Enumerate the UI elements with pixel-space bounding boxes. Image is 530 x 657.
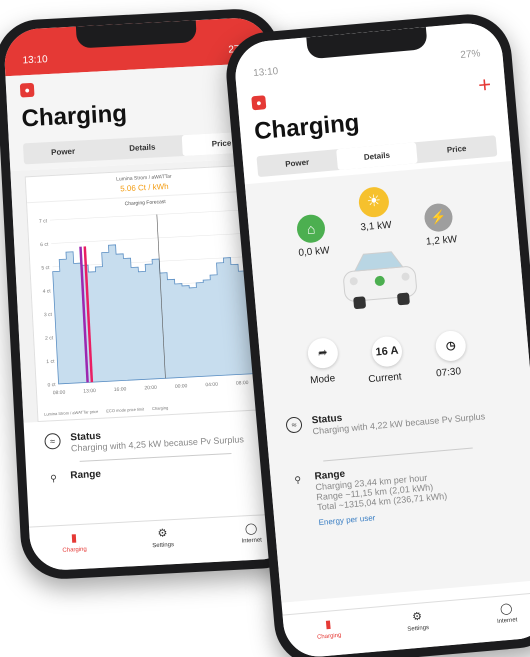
status-section: ≈ Status Charging with 4,22 kW because P… bbox=[285, 397, 524, 439]
mode-button[interactable]: ➦ bbox=[306, 336, 340, 370]
legend-charging: Charging bbox=[151, 405, 169, 412]
arrow-icon: ➦ bbox=[317, 346, 328, 360]
nav-settings[interactable]: ⚙ Settings bbox=[372, 600, 465, 652]
nav-charging[interactable]: ▮ Charging bbox=[283, 608, 376, 657]
tab-details[interactable]: Details bbox=[336, 142, 418, 171]
y-tick-label: 5 ct bbox=[41, 265, 50, 271]
x-tick-label: 08:00 bbox=[53, 390, 66, 397]
legend-price: Lumina Strom / aWATTar price bbox=[44, 408, 99, 417]
status-time: 13:10 bbox=[22, 54, 48, 67]
tab-details[interactable]: Details bbox=[102, 135, 182, 160]
gear-icon: ⚙ bbox=[411, 610, 423, 624]
range-section: ⚲ Range Charging 23,44 km per hour Range… bbox=[290, 453, 530, 530]
nav-settings-label: Settings bbox=[152, 542, 175, 550]
nav-charging-label: Charging bbox=[316, 632, 342, 641]
status-icon: ≈ bbox=[285, 416, 303, 434]
tab-power[interactable]: Power bbox=[23, 139, 103, 164]
status-battery: 27% bbox=[459, 48, 481, 62]
gear-icon: ⚙ bbox=[157, 527, 168, 540]
battery-icon: ▮ bbox=[324, 618, 332, 631]
front-phone-screen: 13:10 27% ● + Charging Power Details Pri… bbox=[232, 20, 530, 657]
location-pin-icon: ⚲ bbox=[294, 474, 302, 486]
timer-value: 07:30 bbox=[435, 366, 462, 380]
y-tick-label: 0 ct bbox=[47, 382, 56, 388]
nav-internet-label: Internet bbox=[496, 617, 518, 625]
grid-power: 1,2 kW bbox=[425, 234, 458, 248]
tab-bar: Power Details Price bbox=[22, 130, 262, 165]
tab-power[interactable]: Power bbox=[256, 149, 338, 177]
globe-icon: ◯ bbox=[499, 602, 513, 616]
app-logo-icon: ● bbox=[19, 82, 35, 98]
x-tick-label: 08:00 bbox=[236, 380, 249, 387]
nav-charging-label: Charging bbox=[62, 546, 87, 554]
current-button[interactable]: 16 A bbox=[370, 335, 404, 368]
car-icon bbox=[343, 251, 417, 310]
sun-icon: ☀ bbox=[357, 185, 391, 219]
range-title: Range bbox=[70, 468, 102, 482]
front-phone: 13:10 27% ● + Charging Power Details Pri… bbox=[222, 10, 530, 657]
x-tick-label: 13:00 bbox=[83, 388, 96, 395]
y-tick-label: 6 ct bbox=[40, 242, 49, 248]
x-tick-label: 04:00 bbox=[205, 382, 218, 389]
x-tick-label: 00:00 bbox=[175, 383, 188, 390]
nav-settings-label: Settings bbox=[407, 624, 430, 633]
status-icon: ≈ bbox=[44, 432, 61, 450]
bottom-nav: ▮ Charging ⚙ Settings ◯ Internet bbox=[29, 512, 298, 572]
battery-icon: ▮ bbox=[70, 532, 78, 545]
nav-internet[interactable]: ◯ Internet bbox=[461, 592, 530, 644]
y-tick-label: 7 ct bbox=[39, 218, 48, 224]
nav-internet-label: Internet bbox=[241, 537, 263, 545]
x-tick-label: 20:00 bbox=[144, 385, 157, 392]
nav-settings[interactable]: ⚙ Settings bbox=[118, 518, 209, 567]
status-time: 13:10 bbox=[252, 66, 279, 80]
pv-power: 3,1 kW bbox=[360, 219, 393, 234]
grid-tower-icon: ⚡ bbox=[423, 202, 454, 233]
bottom-nav: ▮ Charging ⚙ Settings ◯ Internet bbox=[282, 591, 530, 657]
nav-charging[interactable]: ▮ Charging bbox=[29, 523, 120, 572]
y-tick-label: 4 ct bbox=[43, 288, 52, 294]
x-tick-label: 16:00 bbox=[114, 386, 127, 393]
y-tick-label: 2 ct bbox=[45, 335, 54, 341]
y-tick-label: 1 ct bbox=[46, 359, 55, 365]
power-content: ☀ 3,1 kW ⌂ 0,0 kW ⚡ 1,2 kW ➦ Mode 16 A C… bbox=[244, 160, 530, 603]
app-logo-icon: ● bbox=[251, 95, 267, 111]
clock-icon: ◷ bbox=[445, 339, 457, 353]
legend-eco: ECO mode price limit bbox=[106, 406, 145, 414]
location-pin-icon: ⚲ bbox=[49, 473, 58, 484]
y-tick-label: 3 ct bbox=[44, 312, 53, 318]
tab-price[interactable]: Price bbox=[416, 135, 498, 163]
add-icon[interactable]: + bbox=[477, 72, 492, 98]
mode-label: Mode bbox=[309, 373, 336, 387]
scene: 13:10 27% ● + Charging Power Details Pri… bbox=[0, 0, 530, 657]
page-title: Charging bbox=[20, 99, 128, 133]
current-label: Current bbox=[367, 371, 403, 386]
home-icon: ⌂ bbox=[295, 213, 327, 244]
timer-button[interactable]: ◷ bbox=[434, 329, 467, 363]
